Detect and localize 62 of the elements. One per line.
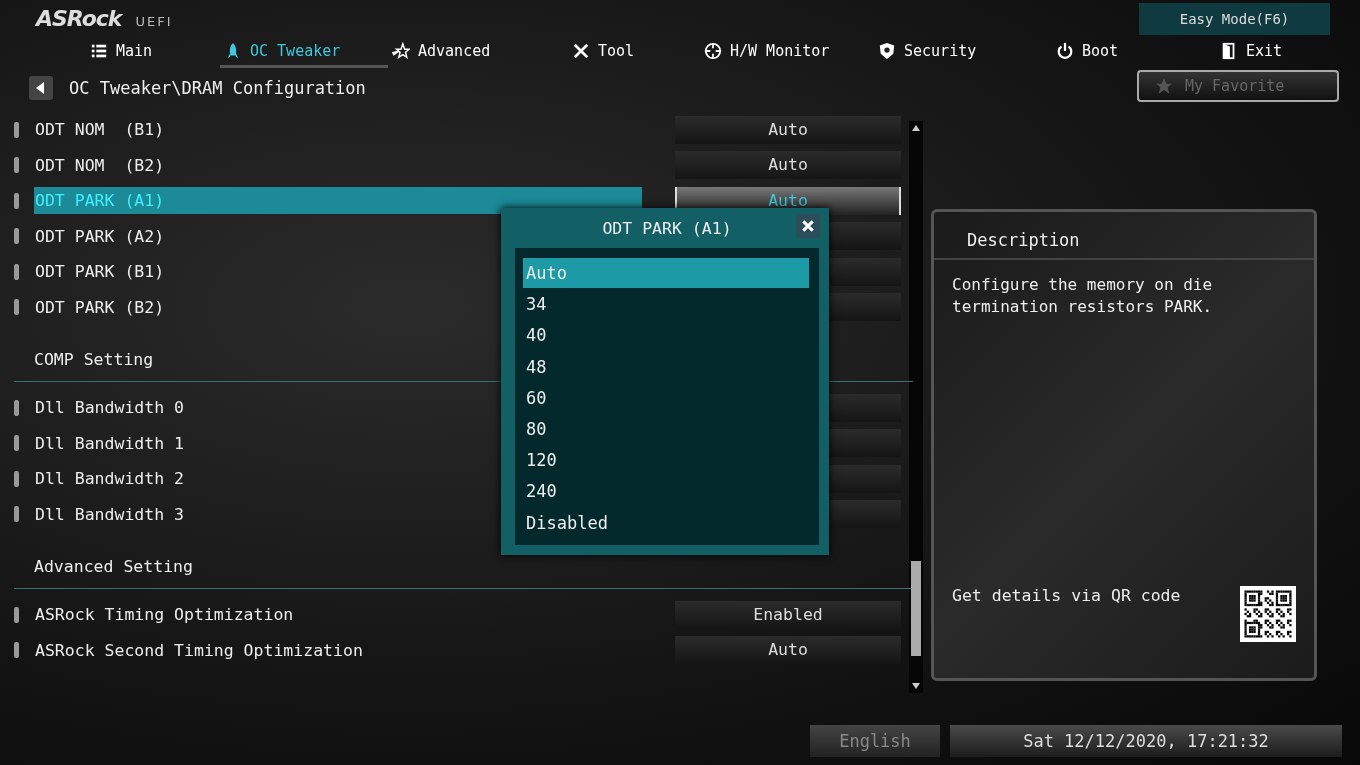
back-button[interactable] <box>29 76 53 100</box>
scrollbar[interactable] <box>909 121 923 693</box>
option-item[interactable]: 40 <box>523 320 809 352</box>
menu-tab[interactable]: Security <box>874 36 1052 68</box>
badge-icon <box>878 41 896 60</box>
option-item[interactable]: 240 <box>523 476 809 508</box>
setting-value[interactable]: Auto <box>675 115 901 144</box>
star-icon <box>392 41 410 60</box>
menu-tab[interactable]: Main <box>86 36 220 68</box>
row-marker <box>14 228 19 245</box>
setting-label[interactable]: ASRock Second Timing Optimization <box>34 636 642 664</box>
star-icon <box>1155 77 1173 95</box>
back-arrow-icon <box>36 82 46 94</box>
row-marker <box>14 299 19 316</box>
option-item[interactable]: 120 <box>523 445 809 477</box>
menu-tab[interactable]: Tool <box>568 36 700 68</box>
menu-tab[interactable]: Advanced <box>388 36 568 68</box>
setting-value[interactable]: Auto <box>675 636 901 665</box>
setting-label[interactable]: ASRock Timing Optimization <box>34 601 642 629</box>
option-item[interactable]: Disabled <box>523 507 809 539</box>
menu-tab[interactable]: H/W Monitor <box>700 36 874 68</box>
description-text: Configure the memory on die termination resistors PARK. <box>952 274 1214 318</box>
qr-code-icon <box>1240 586 1296 642</box>
menu-tab[interactable]: OC Tweaker <box>220 36 388 68</box>
panel-title: Description <box>934 212 1314 260</box>
row-marker <box>14 399 19 416</box>
close-button[interactable] <box>796 214 820 238</box>
setting-value[interactable]: Enabled <box>675 600 901 629</box>
option-item[interactable]: 80 <box>523 413 809 446</box>
row-marker <box>14 192 19 209</box>
crosshair-icon <box>704 41 722 60</box>
option-item[interactable]: 34 <box>523 289 809 321</box>
scroll-up-icon[interactable] <box>911 123 921 133</box>
close-icon <box>801 219 815 233</box>
menu-tab[interactable]: Exit <box>1216 36 1287 68</box>
setting-value[interactable]: Auto <box>675 151 901 180</box>
scroll-down-icon[interactable] <box>911 681 921 691</box>
row-marker <box>14 506 19 523</box>
menu-tab[interactable]: Boot <box>1052 36 1216 68</box>
row-marker <box>14 121 19 138</box>
setting-label[interactable]: ODT NOM (B2) <box>34 151 642 179</box>
section-heading: Advanced Setting <box>33 555 193 576</box>
row-marker <box>14 263 19 280</box>
option-item[interactable]: 60 <box>523 382 809 414</box>
qr-caption: Get details via QR code <box>952 586 1181 607</box>
power-icon <box>1056 41 1074 60</box>
date-time: Sat 12/12/2020, 17:21:32 <box>950 725 1342 757</box>
language-button[interactable]: English <box>810 725 940 757</box>
breadcrumb: OC Tweaker\DRAM Configuration <box>69 78 366 98</box>
option-item[interactable]: 48 <box>523 351 809 383</box>
setting-label[interactable]: ODT NOM (B1) <box>34 116 642 144</box>
easy-mode-button[interactable]: Easy Mode(F6) <box>1139 3 1330 35</box>
row-marker <box>14 435 19 452</box>
row-marker <box>14 606 19 623</box>
scroll-thumb[interactable] <box>911 561 921 656</box>
dialog-title: ODT PARK (A1) <box>602 218 732 238</box>
row-marker <box>14 642 19 659</box>
brand-logo: ASRock <box>36 6 122 31</box>
section-heading: COMP Setting <box>33 348 154 369</box>
logo-subtitle: UEFI <box>135 14 173 29</box>
row-marker <box>14 157 19 174</box>
row-marker <box>14 470 19 487</box>
